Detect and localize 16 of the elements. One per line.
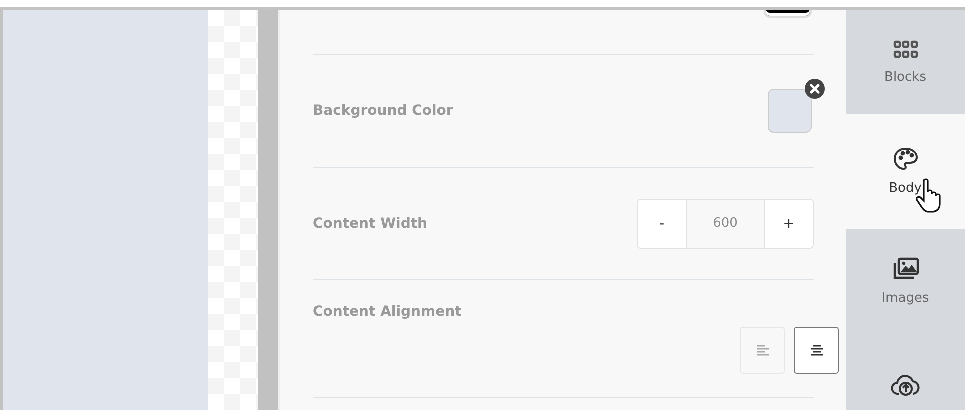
align-left-icon (756, 344, 770, 358)
increment-button[interactable]: + (765, 200, 813, 248)
setting-label: Content Alignment (313, 304, 462, 320)
color-swatch[interactable] (768, 89, 812, 133)
palette-icon (892, 147, 918, 171)
images-icon (892, 256, 920, 280)
alignment-button[interactable] (794, 327, 839, 374)
setting-label: Content Width (313, 216, 428, 232)
align-center-icon (810, 344, 824, 358)
sidebar-tab[interactable]: Body (846, 114, 965, 229)
setting-label: Background Color (313, 103, 454, 119)
cloud-upload-icon (890, 373, 920, 397)
clear-icon[interactable] (805, 79, 825, 99)
grid-icon (892, 40, 918, 60)
color-swatch[interactable] (764, 10, 812, 18)
decrement-button[interactable]: - (638, 200, 686, 248)
